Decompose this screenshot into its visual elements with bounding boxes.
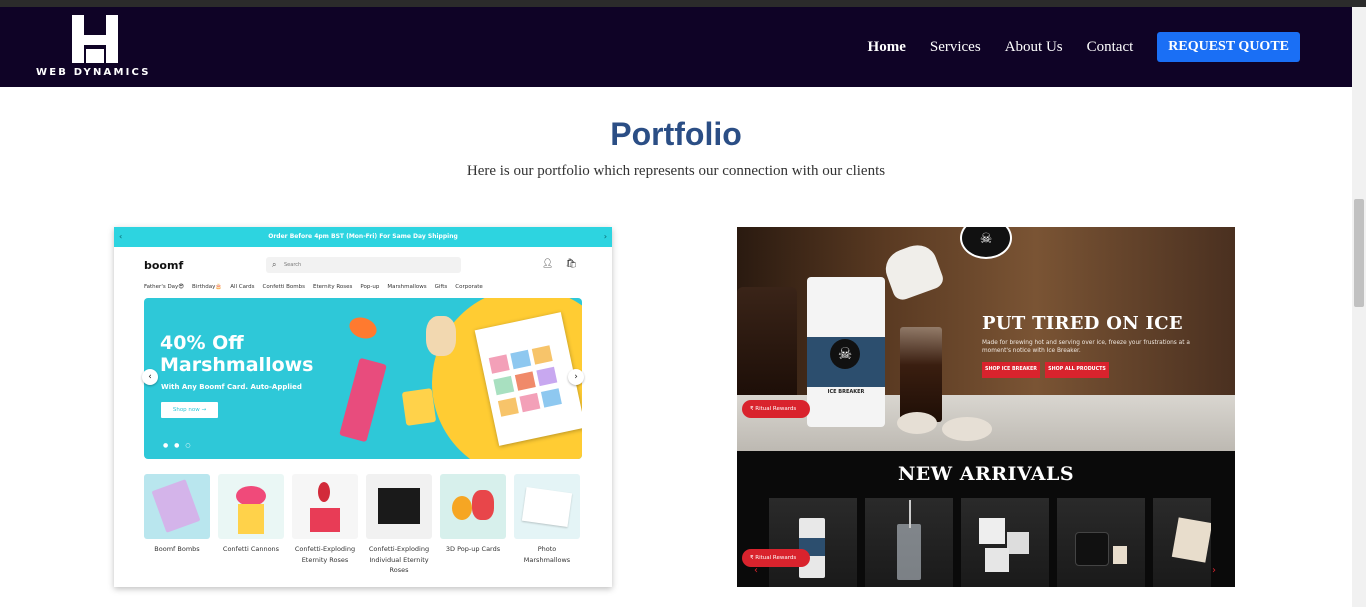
tile-label: Confetti-Exploding Eternity Roses — [294, 545, 356, 564]
dw-description: Made for brewing hot and serving over ic… — [982, 340, 1190, 354]
milk-pitcher-decoration — [880, 239, 946, 303]
hero-next-arrow-icon: › — [568, 369, 584, 385]
navbar: WEB DYNAMICS Home Services About Us Cont… — [0, 7, 1352, 87]
boomf-hero-subtext: With Any Boomf Card. Auto-Applied — [161, 383, 302, 391]
carousel-prev-arrow-icon: ‹ — [754, 565, 758, 576]
carousel-next-arrow-icon: › — [1212, 565, 1216, 576]
boomf-hero-banner: 40% Off Marshmallows With Any Boomf Card… — [144, 298, 582, 459]
section-subtitle: Here is our portfolio which represents o… — [466, 163, 886, 179]
photo-strip-decoration — [339, 357, 387, 443]
product-thumbnail — [961, 498, 1049, 587]
boomf-hero-heading-line2: Marshmallows — [160, 354, 314, 376]
boomf-tile: Confetti-Exploding Eternity Roses — [292, 474, 358, 576]
dw-logo: ☠ — [960, 227, 1012, 259]
product-thumbnail — [769, 498, 857, 587]
boomf-shop-now-button: Shop now → — [161, 402, 218, 418]
tile-label: Confetti-Exploding Individual Eternity R… — [368, 545, 430, 574]
brand-name: WEB DYNAMICS — [36, 67, 151, 78]
gift-card-decoration — [401, 388, 437, 426]
boomf-tile: 3D Pop-up Cards — [440, 474, 506, 576]
scrollbar-thumb[interactable] — [1354, 199, 1364, 307]
product-thumbnail — [1057, 498, 1145, 587]
boomf-category: Marshmallows — [387, 284, 427, 290]
tile-image — [440, 474, 506, 539]
dw-product-row — [769, 498, 1211, 587]
nav-link-services[interactable]: Services — [930, 39, 981, 56]
boomf-shipping-banner: ‹ Order Before 4pm BST (Mon-Fri) For Sam… — [114, 227, 612, 247]
nav-link-home[interactable]: Home — [868, 39, 906, 56]
boomf-tile: Photo Marshmallows — [514, 474, 580, 576]
boomf-search-placeholder: Search — [284, 262, 302, 268]
boomf-tile: Boomf Bombs — [144, 474, 210, 576]
nav-links: Home Services About Us Contact REQUEST Q… — [868, 7, 1352, 87]
boomf-tile: Confetti Cannons — [218, 474, 284, 576]
coffee-bag: ☠ ICE BREAKER — [807, 277, 885, 427]
tile-image — [366, 474, 432, 539]
tile-label: Photo Marshmallows — [523, 545, 571, 564]
portfolio-item-death-wish-coffee[interactable]: ☠ ICE BREAKER ☠ PUT TIRED ON ICE Made fo… — [737, 227, 1235, 587]
tile-label: 3D Pop-up Cards — [445, 545, 501, 553]
chevron-left-icon: ‹ — [119, 232, 123, 241]
boomf-search-bar: ⌕ Search — [266, 257, 461, 273]
shop-all-products-button: SHOP ALL PRODUCTS — [1045, 362, 1109, 378]
dw-headline: PUT TIRED ON ICE — [982, 313, 1183, 334]
request-quote-button[interactable]: REQUEST QUOTE — [1157, 32, 1300, 62]
tile-label: Boomf Bombs — [154, 545, 200, 553]
shop-ice-breaker-button: SHOP ICE BREAKER — [982, 362, 1040, 378]
boomf-category: All Cards — [230, 284, 255, 290]
dw-hero: ☠ ICE BREAKER ☠ PUT TIRED ON ICE Made fo… — [737, 227, 1235, 451]
section-title: Portfolio — [610, 116, 742, 152]
carafe-decoration — [737, 287, 797, 407]
skull-logo-icon: ☠ — [979, 231, 993, 247]
boomf-category: Birthday🎂 — [192, 284, 223, 290]
tile-image — [144, 474, 210, 539]
boomf-logo: boomf — [144, 259, 184, 272]
llama-toy-decoration — [426, 316, 456, 356]
butterfly-decoration — [346, 313, 380, 343]
boomf-banner-text: Order Before 4pm BST (Mon-Fri) For Same … — [268, 233, 458, 240]
coffee-bag-label: ICE BREAKER — [827, 389, 865, 395]
boomf-category: Confetti Bombs — [262, 284, 305, 290]
dw-new-arrivals-title: NEW ARRIVALS — [897, 463, 1075, 485]
search-icon: ⌕ — [272, 260, 277, 269]
tile-image — [218, 474, 284, 539]
boomf-category-tiles: Boomf Bombs Confetti Cannons Confetti-Ex… — [144, 474, 580, 576]
carousel-dots: ● ● ○ — [163, 442, 193, 449]
product-thumbnail — [865, 498, 953, 587]
tile-image — [514, 474, 580, 539]
cookie-decoration — [897, 412, 937, 434]
chevron-right-icon: › — [603, 232, 607, 241]
boomf-category: Pop-up — [360, 284, 380, 290]
tile-image — [292, 474, 358, 539]
boomf-hero-heading-line1: 40% Off — [160, 332, 244, 354]
user-icon: 👤︎ — [542, 259, 566, 269]
cookie-decoration — [942, 417, 992, 441]
portfolio-item-boomf[interactable]: ‹ Order Before 4pm BST (Mon-Fri) For Sam… — [114, 227, 612, 587]
ritual-rewards-badge: ₹ Ritual Rewards — [742, 400, 810, 418]
hero-prev-arrow-icon: ‹ — [142, 369, 158, 385]
cart-icon: 🛍︎ — [565, 259, 589, 269]
boomf-category: Eternity Roses — [312, 284, 353, 290]
boomf-header-icons: 👤︎🛍︎ — [542, 259, 589, 269]
ritual-rewards-badge-bottom: ₹ Ritual Rewards — [742, 549, 810, 567]
skull-icon: ☠ — [830, 339, 860, 369]
nav-link-contact[interactable]: Contact — [1087, 39, 1134, 56]
iced-coffee-glass — [900, 327, 942, 422]
browser-top-strip — [0, 0, 1366, 7]
page-scrollbar[interactable] — [1352, 7, 1366, 607]
ritual-rewards-label: Ritual Rewards — [755, 555, 797, 561]
brand-logo[interactable]: WEB DYNAMICS — [36, 15, 156, 81]
boomf-category: Father's Day😎 — [144, 284, 185, 290]
boomf-tile: Confetti-Exploding Individual Eternity R… — [366, 474, 432, 576]
boomf-category-nav: Father's Day😎 Birthday🎂 All Cards Confet… — [144, 284, 483, 290]
tile-label: Confetti Cannons — [222, 545, 280, 553]
logo-mark-icon — [72, 15, 118, 63]
nav-link-about-us[interactable]: About Us — [1005, 39, 1063, 56]
boomf-category: Gifts — [434, 284, 448, 290]
boomf-hero-heading: 40% Off Marshmallows — [160, 332, 314, 376]
ritual-rewards-label: Ritual Rewards — [755, 406, 797, 412]
boomf-category: Corporate — [455, 284, 483, 290]
product-thumbnail — [1153, 498, 1211, 587]
